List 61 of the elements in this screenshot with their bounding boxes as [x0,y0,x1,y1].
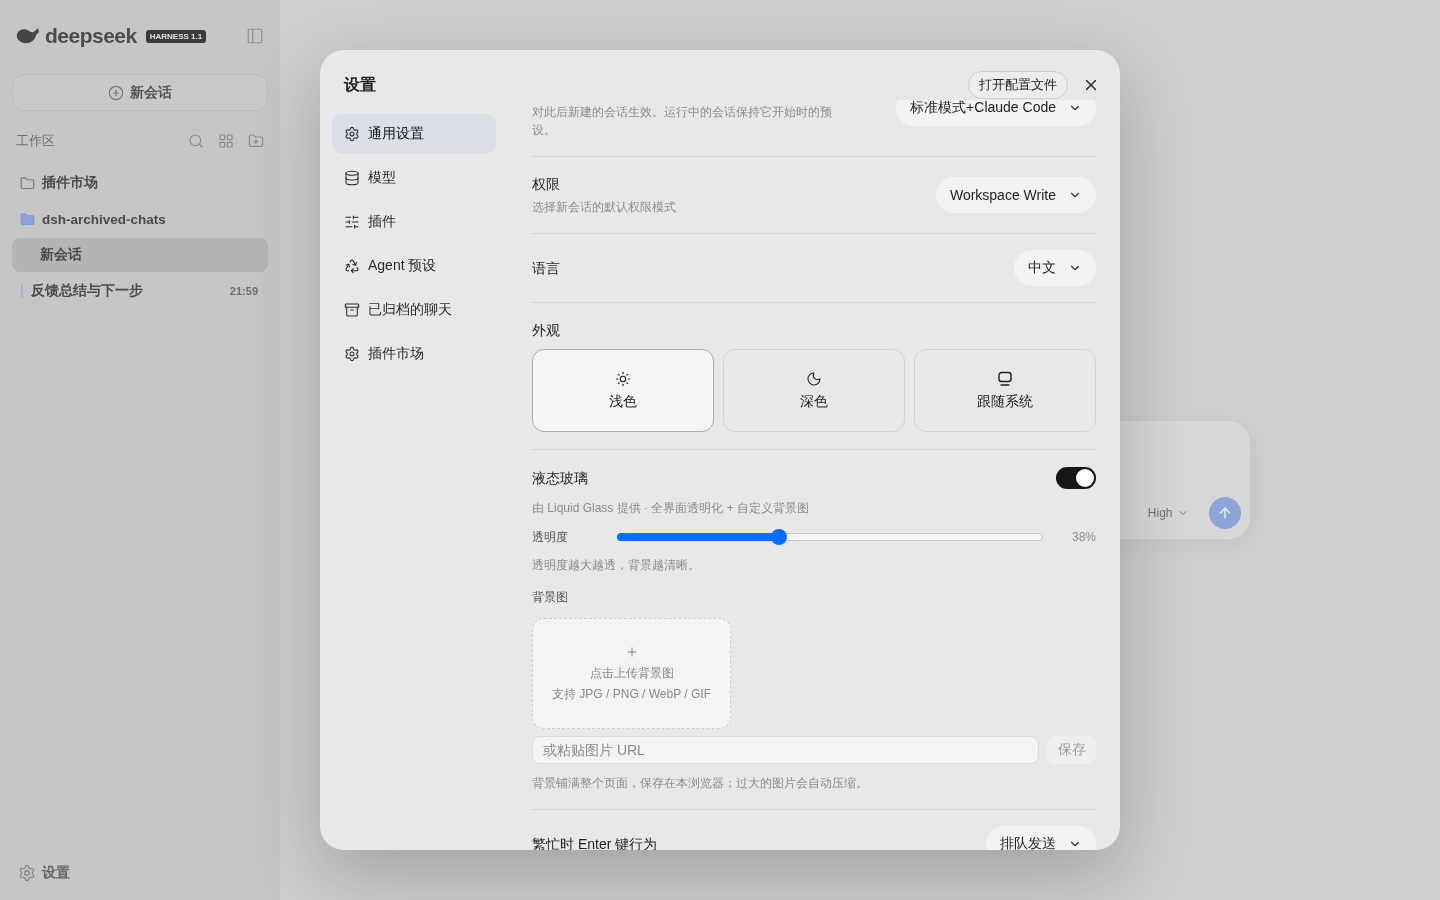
folder-icon [20,211,35,227]
nav-item[interactable]: 插件市场 [332,334,496,374]
slider-value: 38% [1071,530,1096,544]
select-dropdown[interactable]: Workspace Write [935,177,1096,213]
theme-option[interactable]: 浅色 [532,349,714,432]
setting-label: 语言 [532,259,560,278]
nav-item[interactable]: 通用设置 [332,114,496,154]
gear-icon [18,864,36,882]
slider-label: 透明度 [532,528,569,546]
setting-description: 由 Liquid Glass 提供 · 全界面透明化 + 自定义背景图 [532,500,811,517]
theme-option[interactable]: 深色 [723,349,905,432]
select-dropdown[interactable]: 标准模式+Claude Code [896,100,1096,126]
new-chat-button[interactable]: 新会话 [12,74,268,111]
setting-description: 对此后新建的会话生效。运行中的会话保持它开始时的预设。 [532,104,833,139]
sidebar-item[interactable]: 插件市场 [12,166,268,200]
background-hint: 背景铺满整个页面，保存在本浏览器；过大的图片会自动压缩。 [532,775,869,792]
slider-thumb[interactable] [771,529,788,545]
panel-icon[interactable] [246,27,264,45]
setting-label: 权限 [532,175,561,194]
background-image-label: 背景图 [532,589,569,606]
plus-circle-icon [108,84,124,101]
select-dropdown[interactable]: 中文 [1014,250,1096,286]
sun-icon [615,370,631,387]
dialog-title: 设置 [344,74,376,95]
gear-icon [344,126,360,142]
grid-icon[interactable] [218,133,234,149]
monitor-icon [997,370,1013,387]
nav-item[interactable]: 插件 [332,202,496,242]
gear-icon [344,346,360,362]
send-button[interactable] [1208,497,1241,529]
upload-title: 点击上传背景图 [589,664,674,682]
sidebar-item[interactable]: dsh-archived-chats [12,202,268,236]
sliders-icon [344,214,360,230]
nav-item[interactable]: Agent 预设 [332,246,496,286]
toggle-switch[interactable] [1056,467,1096,489]
slider-hint: 透明度越大越透，背景越清晰。 [532,557,701,574]
upload-formats: 支持 JPG / PNG / WebP / GIF [552,685,711,703]
plus-icon [624,644,639,659]
folder-plus-icon[interactable] [248,133,264,149]
select-dropdown[interactable]: 排队发送 [986,826,1096,850]
section-label: 工作区 [16,132,55,150]
url-input-field[interactable]: 或粘贴图片 URL [532,736,1039,764]
effort-select[interactable]: High [1147,497,1189,529]
brand-name: deepseek [45,24,137,48]
setting-description: 选择新会话的默认权限模式 [532,199,676,216]
folder-icon [20,175,35,191]
database-icon [344,170,360,186]
version-badge: HARNESS 1.1 [145,29,207,43]
search-icon[interactable] [188,133,204,149]
nav-item[interactable]: 模型 [332,158,496,198]
open-config-button[interactable]: 打开配置文件 [968,71,1068,99]
logo-icon [16,26,40,46]
setting-label: 液态玻璃 [532,469,588,488]
moon-icon [806,370,822,387]
recycle-icon [344,258,360,274]
sidebar-item[interactable]: 反馈总结与下一步 21:59 [12,274,268,308]
sidebar-item[interactable]: 新会话 [12,238,268,272]
archive-icon [344,302,360,318]
nav-item[interactable]: 已归档的聊天 [332,290,496,330]
theme-option[interactable]: 跟随系统 [914,349,1096,432]
setting-label: 外观 [532,321,561,340]
